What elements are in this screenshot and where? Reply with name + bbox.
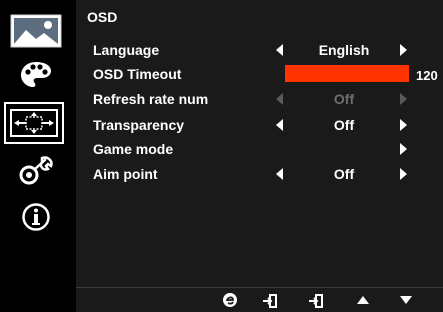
eco-icon[interactable] [222,292,238,307]
refresh-rate-num-value: Off [333,91,355,107]
next-arrow-icon[interactable] [400,119,407,131]
settings-icon[interactable] [8,152,64,190]
refresh-rate-num-label: Refresh rate num [93,91,209,107]
down-arrow-icon[interactable] [400,296,416,310]
osd-timeout-label: OSD Timeout [93,66,182,82]
transparency-row[interactable]: Transparency Off [76,115,443,135]
transparency-value: Off [333,117,355,133]
side-menu [0,0,76,312]
slider-fill [285,65,409,82]
language-row[interactable]: Language English [76,40,443,60]
transparency-label: Transparency [93,117,185,133]
language-label: Language [93,42,160,58]
aim-point-row[interactable]: Aim point Off [76,164,443,184]
next-arrow-icon[interactable] [400,143,407,155]
osd-timeout-slider[interactable] [285,65,409,82]
osd-timeout-row[interactable]: OSD Timeout 120 [76,64,443,84]
prev-arrow-icon[interactable] [276,119,283,131]
up-arrow-icon[interactable] [357,296,373,310]
next-arrow-icon[interactable] [400,168,407,180]
settings-panel: OSD Language English OSD Timeout 120 Ref… [76,0,443,312]
game-mode-row[interactable]: Game mode [76,139,443,159]
osd-timeout-value: 120 [416,68,438,83]
bottom-button-bar [76,287,443,312]
enter-icon[interactable] [262,294,278,308]
osd-icon[interactable] [4,102,64,144]
osd-menu: OSD Language English OSD Timeout 120 Ref… [0,0,443,312]
next-arrow-icon[interactable] [400,44,407,56]
game-mode-label: Game mode [93,141,174,157]
picture-icon[interactable] [8,12,64,50]
aim-point-value: Off [333,166,355,182]
exit-icon[interactable] [308,294,324,308]
prev-arrow-icon [276,93,283,105]
language-value: English [318,42,370,58]
page-title: OSD [87,9,118,25]
prev-arrow-icon[interactable] [276,44,283,56]
info-icon[interactable] [8,198,64,236]
next-arrow-icon [400,93,407,105]
refresh-rate-num-row: Refresh rate num Off [76,89,443,109]
aim-point-label: Aim point [93,166,158,182]
prev-arrow-icon[interactable] [276,168,283,180]
color-palette-icon[interactable] [8,56,64,94]
